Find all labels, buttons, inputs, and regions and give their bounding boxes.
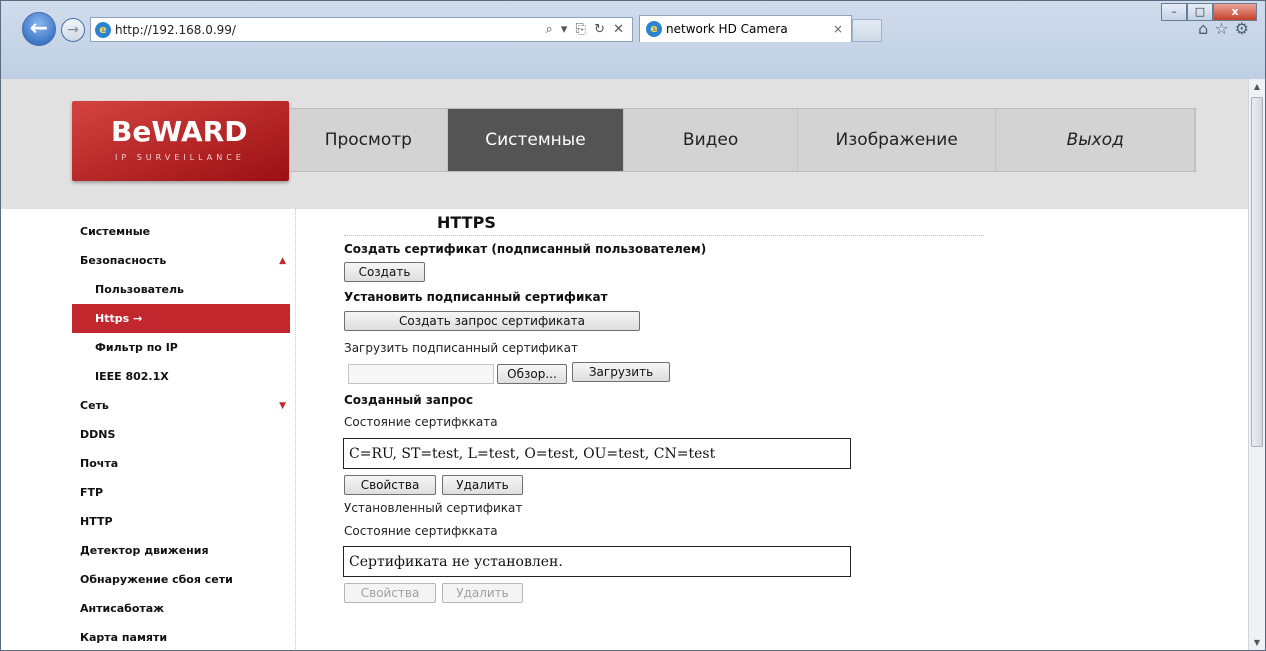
sidebar-item-label: Обнаружение сбоя сети — [80, 573, 233, 586]
sidebar-item-label: IEEE 802.1X — [95, 370, 169, 383]
collapse-triangle-icon[interactable]: ▲ — [279, 256, 286, 266]
created-request-heading: Созданный запрос — [344, 393, 474, 407]
home-icon[interactable]: ⌂ — [1198, 19, 1214, 38]
tab-network-hd-camera[interactable]: e network HD Camera × — [639, 15, 852, 42]
sidebar-item-label: Антисаботаж — [80, 602, 165, 615]
create-request-button[interactable]: Создать запрос сертификата — [344, 311, 640, 331]
delete-button[interactable]: Удалить — [442, 475, 523, 495]
sidebar-item-label: Фильтр по IP — [95, 341, 178, 354]
scroll-up-icon[interactable]: ▲ — [1249, 79, 1265, 95]
installed-status-value: Сертификата не установлен. — [343, 546, 851, 577]
scroll-thumb[interactable] — [1251, 97, 1263, 447]
maximize-button[interactable]: □ — [1187, 3, 1213, 21]
beward-logo: BeWARD IP SURVEILLANCE — [72, 101, 289, 181]
upload-button[interactable]: Загрузить — [572, 362, 670, 382]
sidebar-item-0[interactable]: Системные — [72, 217, 290, 246]
sidebar-item-12[interactable]: Обнаружение сбоя сети — [72, 565, 290, 594]
new-tab-button[interactable] — [852, 19, 882, 42]
vertical-scrollbar[interactable]: ▲ ▼ — [1248, 79, 1265, 650]
top-navigation: Просмотр Системные Видео Изображение Выход — [289, 108, 1196, 172]
sidebar-item-14[interactable]: Карта памяти — [72, 623, 290, 650]
sidebar-item-5[interactable]: IEEE 802.1X — [72, 362, 290, 391]
browser-window: ← → e http://192.168.0.99/ ⌕ ▾ ⎘ ↻ ✕ e n… — [0, 0, 1266, 651]
sidebar-item-label: Пользователь — [95, 283, 184, 296]
sidebar-item-label: DDNS — [80, 428, 116, 441]
logo-subtext: IP SURVEILLANCE — [115, 153, 245, 162]
address-url[interactable]: http://192.168.0.99/ — [115, 23, 545, 37]
sidebar-item-9[interactable]: FTP — [72, 478, 290, 507]
sidebar-item-8[interactable]: Почта — [72, 449, 290, 478]
page-title: HTTPS — [437, 213, 496, 232]
back-button[interactable]: ← — [22, 12, 56, 46]
nav-tab-2[interactable]: Видео — [624, 109, 798, 171]
arrow-right-icon: → — [133, 312, 143, 325]
window-controls: – □ x — [1161, 3, 1257, 21]
address-tools-icons[interactable]: ⌕ ▾ ⎘ ↻ ✕ — [545, 22, 632, 37]
sidebar-item-1[interactable]: Безопасность ▲ — [72, 246, 290, 275]
address-bar[interactable]: e http://192.168.0.99/ ⌕ ▾ ⎘ ↻ ✕ — [90, 17, 633, 42]
ie-tab-icon: e — [646, 21, 662, 37]
browse-button[interactable]: Обзор... — [497, 364, 567, 384]
sidebar-item-label: Системные — [80, 225, 151, 238]
sidebar-item-label: Сеть — [80, 399, 109, 412]
sidebar-item-7[interactable]: DDNS — [72, 420, 290, 449]
sidebar-item-11[interactable]: Детектор движения — [72, 536, 290, 565]
create-button[interactable]: Создать — [344, 262, 425, 282]
nav-tab-0[interactable]: Просмотр — [290, 109, 448, 171]
ie-page-icon: e — [95, 21, 111, 38]
title-divider — [344, 235, 984, 236]
expand-triangle-icon[interactable]: ▼ — [279, 401, 286, 411]
sidebar-divider — [295, 209, 296, 650]
browser-toolbar-icons: ⌂☆⚙ — [1198, 19, 1255, 38]
sidebar-item-3[interactable]: Https → — [72, 304, 290, 333]
tools-gear-icon[interactable]: ⚙ — [1235, 19, 1255, 38]
sidebar-item-label: FTP — [80, 486, 104, 499]
page-viewport: BeWARD IP SURVEILLANCE Просмотр Системные… — [1, 79, 1249, 650]
tab-close-icon[interactable]: × — [833, 22, 843, 36]
browser-titlebar: ← → e http://192.168.0.99/ ⌕ ▾ ⎘ ↻ ✕ e n… — [1, 1, 1265, 79]
properties-button[interactable]: Свойства — [344, 475, 436, 495]
installed-status-label: Состояние сертифкката — [344, 524, 498, 538]
installed-delete-button[interactable]: Удалить — [442, 583, 523, 603]
install-signed-heading: Установить подписанный сертификат — [344, 290, 608, 304]
sidebar-item-label: Карта памяти — [80, 631, 168, 644]
scroll-down-icon[interactable]: ▼ — [1249, 635, 1265, 650]
page-header: BeWARD IP SURVEILLANCE Просмотр Системные… — [1, 79, 1249, 209]
nav-tab-3[interactable]: Изображение — [798, 109, 997, 171]
forward-button[interactable]: → — [61, 18, 85, 42]
sidebar-item-6[interactable]: Сеть ▼ — [72, 391, 290, 420]
installed-cert-label: Установленный сертификат — [344, 501, 523, 515]
tab-title: network HD Camera — [666, 22, 788, 36]
installed-properties-button[interactable]: Свойства — [344, 583, 436, 603]
sidebar: Системные Безопасность ▲ Пользователь Https →… — [72, 217, 290, 650]
sidebar-item-label: Почта — [80, 457, 119, 470]
logo-text: BeWARD — [111, 115, 248, 148]
minimize-button[interactable]: – — [1161, 3, 1187, 21]
close-window-button[interactable]: x — [1213, 3, 1257, 21]
sidebar-item-13[interactable]: Антисаботаж — [72, 594, 290, 623]
sidebar-item-10[interactable]: HTTP — [72, 507, 290, 536]
sidebar-item-label: Безопасность — [80, 254, 167, 267]
create-cert-heading: Создать сертификат (подписанный пользова… — [344, 242, 707, 256]
sidebar-item-label: HTTP — [80, 515, 113, 528]
cert-status-label: Состояние сертифкката — [344, 415, 498, 429]
sidebar-item-label: Детектор движения — [80, 544, 209, 557]
sidebar-item-label: Https — [95, 312, 130, 325]
sidebar-item-2[interactable]: Пользователь — [72, 275, 290, 304]
nav-tab-1[interactable]: Системные — [447, 109, 625, 171]
sidebar-item-4[interactable]: Фильтр по IP — [72, 333, 290, 362]
upload-signed-label: Загрузить подписанный сертификат — [344, 341, 579, 355]
certificate-file-input[interactable] — [348, 364, 494, 384]
nav-tab-4[interactable]: Выход — [996, 109, 1195, 171]
favorites-icon[interactable]: ☆ — [1214, 19, 1234, 38]
request-status-value: C=RU, ST=test, L=test, O=test, OU=test, … — [343, 438, 851, 469]
